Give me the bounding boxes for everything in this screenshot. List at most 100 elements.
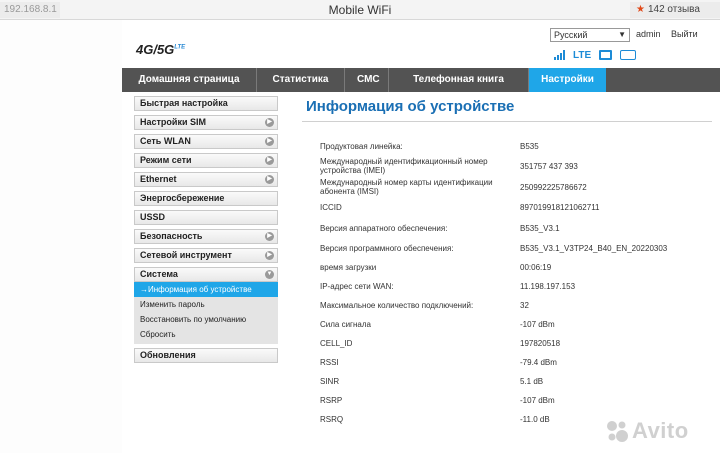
tab-sms[interactable]: СМС (345, 68, 389, 92)
info-label: SINR (320, 377, 340, 386)
tab-statistics[interactable]: Статистика (257, 68, 345, 92)
info-label: RSRP (320, 396, 343, 405)
info-row: Продуктовая линейка: B535 (320, 140, 712, 156)
chevron-down-icon: ▼ (618, 30, 626, 39)
info-value: 5.1 dB (520, 377, 544, 386)
info-value: B535_V3.1 (520, 224, 560, 233)
info-value: 00:06:19 (520, 263, 552, 272)
lte-icon: LTE (573, 49, 592, 61)
info-row: Международный номер карты идентификации … (320, 178, 712, 200)
left-margin (0, 20, 122, 453)
sidebar-item-security[interactable]: Безопасность ▶ (134, 229, 278, 244)
sidebar-item-label: Режим сети (140, 155, 192, 165)
signal-icon (554, 50, 565, 60)
info-row: Версия программного обеспечения: B535_V3.… (320, 239, 712, 258)
status-icons: LTE (554, 48, 637, 62)
sidebar-item-label: Система (140, 269, 178, 279)
sidebar: Быстрая настройка Настройки SIM ▶ Сеть WL… (134, 96, 278, 367)
logo: 4G/5GLTE (136, 42, 185, 57)
info-value: B535 (520, 142, 539, 151)
device-info-panel: Информация об устройстве Продуктовая лин… (302, 98, 712, 429)
sidebar-item-label: Обновления (140, 350, 196, 360)
info-row: Максимальное количество подключений: 32 (320, 296, 712, 315)
sidebar-item-updates[interactable]: Обновления (134, 348, 278, 363)
info-value: 897019918121062711 (520, 203, 600, 212)
browser-bar: 192.168.8.1 Mobile WiFi ★ 142 отзыва (0, 0, 720, 20)
logout-link[interactable]: Выйти (671, 29, 698, 39)
info-value: -11.0 dB (520, 415, 550, 424)
sidebar-item-wlan[interactable]: Сеть WLAN ▶ (134, 134, 278, 149)
info-label: Максимальное количество подключений: (320, 301, 474, 310)
info-value: 197820518 (520, 339, 561, 348)
tab-phonebook[interactable]: Телефонная книга (389, 68, 529, 92)
chevron-right-icon: ▶ (265, 156, 274, 165)
submenu-restore-defaults[interactable]: Восстановить по умолчанию (134, 312, 278, 327)
sidebar-item-ussd[interactable]: USSD (134, 210, 278, 225)
sidebar-item-label: Ethernet (140, 174, 177, 184)
sidebar-item-label: Безопасность (140, 231, 203, 241)
username: admin (636, 29, 661, 39)
info-value: 11.198.197.153 (520, 282, 576, 291)
reviews-count: 142 отзыва (647, 4, 700, 15)
submenu-device-info[interactable]: →Информация об устройстве (134, 282, 278, 297)
sidebar-item-network-tools[interactable]: Сетевой инструмент ▶ (134, 248, 278, 263)
info-value: -107 dBm (520, 396, 555, 405)
info-row: Международный идентификационный номер ус… (320, 156, 712, 178)
wifi-icon (599, 50, 613, 60)
info-row: время загрузки 00:06:19 (320, 258, 712, 277)
chevron-right-icon: ▶ (265, 137, 274, 146)
sidebar-item-ethernet[interactable]: Ethernet ▶ (134, 172, 278, 187)
chevron-right-icon: ▶ (265, 118, 274, 127)
main-nav: Домашняя страница Статистика СМС Телефон… (122, 68, 720, 92)
info-label: Международный идентификационный номер ус… (320, 157, 488, 175)
info-label: ICCID (320, 203, 342, 212)
info-row: SINR 5.1 dB (320, 372, 712, 391)
sidebar-item-network-mode[interactable]: Режим сети ▶ (134, 153, 278, 168)
info-label: Версия аппаратного обеспечения: (320, 224, 448, 233)
info-label: CELL_ID (320, 339, 353, 348)
router-page: 4G/5GLTE Русский ▼ admin Выйти LTE Домашн… (122, 20, 720, 453)
info-label: RSRQ (320, 415, 344, 424)
info-value: -79.4 dBm (520, 358, 557, 367)
chevron-right-icon: ▶ (265, 232, 274, 241)
sidebar-item-label: Сетевой инструмент (140, 250, 232, 260)
chevron-down-icon: ▼ (265, 270, 274, 279)
info-label: Международный номер карты идентификации … (320, 178, 493, 196)
logo-sub: LTE (174, 44, 186, 51)
info-label: RSSI (320, 358, 339, 367)
info-row: CELL_ID 197820518 (320, 334, 712, 353)
sidebar-item-quick-setup[interactable]: Быстрая настройка (134, 96, 278, 111)
language-select[interactable]: Русский ▼ (550, 28, 630, 42)
info-label: время загрузки (320, 263, 377, 272)
chevron-right-icon: ▶ (265, 175, 274, 184)
sidebar-item-system[interactable]: Система ▼ (134, 267, 278, 282)
info-label: Версия программного обеспечения: (320, 244, 454, 253)
tab-settings[interactable]: Настройки (529, 68, 606, 92)
info-label: Сила сигнала (320, 320, 371, 329)
logo-main: 4G/5G (136, 42, 175, 57)
info-label: IP-адрес сети WAN: (320, 282, 394, 291)
submenu-reset[interactable]: Сбросить (134, 327, 278, 342)
info-table: Продуктовая линейка: B535 Международный и… (320, 140, 712, 429)
sidebar-item-label: Сеть WLAN (140, 136, 191, 146)
battery-icon (620, 50, 637, 60)
sidebar-item-power-saving[interactable]: Энергосбережение (134, 191, 278, 206)
info-row: RSSI -79.4 dBm (320, 353, 712, 372)
sidebar-item-label: Быстрая настройка (140, 98, 228, 108)
sidebar-item-label: USSD (140, 212, 166, 222)
tab-home[interactable]: Домашняя страница (122, 68, 257, 92)
info-row: IP-адрес сети WAN: 11.198.197.153 (320, 277, 712, 296)
submenu-change-password[interactable]: Изменить пароль (134, 297, 278, 312)
sidebar-item-label: Энергосбережение (140, 193, 225, 203)
star-icon: ★ (636, 4, 645, 15)
reviews-badge[interactable]: ★ 142 отзыва (630, 2, 720, 18)
chevron-right-icon: ▶ (265, 251, 274, 260)
info-value: B535_V3.1_V3TP24_B40_EN_20220303 (520, 244, 668, 253)
sidebar-item-sim[interactable]: Настройки SIM ▶ (134, 115, 278, 130)
info-value: -107 dBm (520, 320, 555, 329)
language-value: Русский (554, 30, 588, 40)
page-title: Информация об устройстве (302, 98, 712, 122)
info-label: Продуктовая линейка: (320, 142, 403, 151)
sidebar-item-label: Настройки SIM (140, 117, 206, 127)
info-row: RSRP -107 dBm (320, 391, 712, 410)
